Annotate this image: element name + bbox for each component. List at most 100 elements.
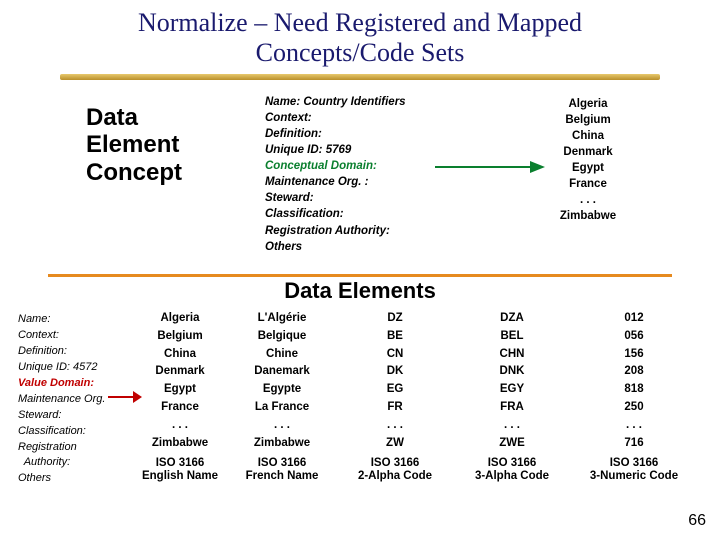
dec-line-3: Concept: [86, 159, 182, 187]
dec-field: Context:: [265, 110, 465, 126]
table-col-alpha2: DZ BE CN DK EG FR . . . ZW ISO 3166 2-Al…: [338, 310, 452, 484]
dec-field: Registration Authority:: [265, 223, 465, 239]
country-item: France: [548, 176, 628, 192]
cell: 012: [572, 310, 696, 328]
col-footer: ISO 3166 3-Alpha Code: [452, 457, 572, 485]
col-footer-line: 3-Numeric Code: [572, 470, 696, 484]
col-footer: ISO 3166 2-Alpha Code: [338, 457, 452, 485]
country-item: Egypt: [548, 160, 628, 176]
vd-field: Authority:: [18, 455, 128, 471]
col-footer-line: ISO 3166: [452, 457, 572, 471]
cell: Chine: [226, 346, 338, 364]
cell: DNK: [452, 363, 572, 381]
title-underline: [60, 74, 660, 80]
col-footer-line: ISO 3166: [572, 457, 696, 471]
dec-line-1: Data: [86, 104, 182, 132]
table-col-french: L'Algérie Belgique Chine Danemark Egypte…: [226, 310, 338, 484]
dec-field: Steward:: [265, 190, 465, 206]
cell: L'Algérie: [226, 310, 338, 328]
arrow-right-icon: [108, 388, 142, 406]
cell: Egypt: [134, 381, 226, 399]
cell: Denmark: [134, 363, 226, 381]
cell: Danemark: [226, 363, 338, 381]
title-line-1: Normalize – Need Registered and Mapped: [0, 8, 720, 38]
col-footer: ISO 3166 3-Numeric Code: [572, 457, 696, 485]
col-footer-line: ISO 3166: [226, 457, 338, 471]
cell: France: [134, 399, 226, 417]
col-footer: ISO 3166 French Name: [226, 457, 338, 485]
cell: . . .: [572, 417, 696, 435]
cell: DZA: [452, 310, 572, 328]
vd-field: Unique ID: 4572: [18, 360, 128, 376]
dec-field: Others: [265, 239, 465, 255]
vd-field: Context:: [18, 328, 128, 344]
country-item: Algeria: [548, 96, 628, 112]
cell: ZW: [338, 435, 452, 453]
cell: CN: [338, 346, 452, 364]
country-item: Denmark: [548, 144, 628, 160]
table-col-alpha3: DZA BEL CHN DNK EGY FRA . . . ZWE ISO 31…: [452, 310, 572, 484]
cell: 818: [572, 381, 696, 399]
cell: FR: [338, 399, 452, 417]
country-domain-list: Algeria Belgium China Denmark Egypt Fran…: [548, 96, 628, 225]
cell: 056: [572, 328, 696, 346]
vd-field: Steward:: [18, 408, 128, 424]
cell: DZ: [338, 310, 452, 328]
col-footer-line: ISO 3166: [338, 457, 452, 471]
cell: EG: [338, 381, 452, 399]
cell: Zimbabwe: [226, 435, 338, 453]
cell: China: [134, 346, 226, 364]
data-element-concept-label: Data Element Concept: [86, 104, 182, 187]
cell: . . .: [338, 417, 452, 435]
vd-field: Registration: [18, 440, 128, 456]
cell: Belgique: [226, 328, 338, 346]
vd-field: Classification:: [18, 424, 128, 440]
col-footer-line: 3-Alpha Code: [452, 470, 572, 484]
cell: . . .: [226, 417, 338, 435]
slide-title: Normalize – Need Registered and Mapped C…: [0, 0, 720, 68]
cell: 716: [572, 435, 696, 453]
top-section: Data Element Concept Name: Country Ident…: [0, 94, 720, 269]
country-item: . . .: [548, 192, 628, 208]
cell: Belgium: [134, 328, 226, 346]
cell: La France: [226, 399, 338, 417]
table-columns: Algeria Belgium China Denmark Egypt Fran…: [134, 310, 696, 484]
vd-field: Definition:: [18, 344, 128, 360]
cell: EGY: [452, 381, 572, 399]
cell: ZWE: [452, 435, 572, 453]
title-line-2: Concepts/Code Sets: [0, 38, 720, 68]
country-item: China: [548, 128, 628, 144]
cell: Algeria: [134, 310, 226, 328]
page-number: 66: [688, 512, 706, 530]
table-col-english: Algeria Belgium China Denmark Egypt Fran…: [134, 310, 226, 484]
cell: CHN: [452, 346, 572, 364]
data-elements-heading: Data Elements: [0, 278, 720, 304]
cell: FRA: [452, 399, 572, 417]
col-footer-line: ISO 3166: [134, 457, 226, 471]
dec-field: Classification:: [265, 206, 465, 222]
dec-field: Name: Country Identifiers: [265, 94, 465, 110]
cell: 208: [572, 363, 696, 381]
country-item: Belgium: [548, 112, 628, 128]
vd-field: Others: [18, 471, 128, 487]
cell: BEL: [452, 328, 572, 346]
cell: 250: [572, 399, 696, 417]
col-footer: ISO 3166 English Name: [134, 457, 226, 485]
col-footer-line: English Name: [134, 470, 226, 484]
cell: . . .: [134, 417, 226, 435]
col-footer-line: French Name: [226, 470, 338, 484]
arrow-right-icon: [435, 152, 545, 182]
cell: 156: [572, 346, 696, 364]
country-item: Zimbabwe: [548, 208, 628, 224]
separator-rule: [48, 274, 672, 277]
table-col-numeric: 012 056 156 208 818 250 . . . 716 ISO 31…: [572, 310, 696, 484]
cell: Egypte: [226, 381, 338, 399]
cell: DK: [338, 363, 452, 381]
dec-line-2: Element: [86, 131, 182, 159]
vd-field: Name:: [18, 312, 128, 328]
cell: BE: [338, 328, 452, 346]
cell: Zimbabwe: [134, 435, 226, 453]
cell: . . .: [452, 417, 572, 435]
dec-field: Definition:: [265, 126, 465, 142]
col-footer-line: 2-Alpha Code: [338, 470, 452, 484]
